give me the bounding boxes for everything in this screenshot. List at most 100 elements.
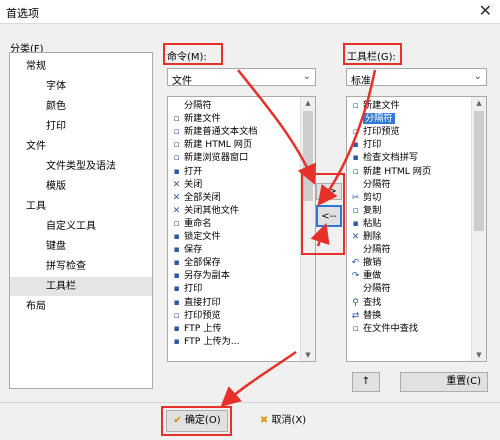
toolbar-list[interactable]: ▲ ▼ ▫ 新建文件 分隔符 ▫ 打印预览 ▪ 打印 ▪ 检查文档拼写 ▫ 新建 HTML 网页 分隔… [346,96,487,362]
item-icon: ▫ [173,153,180,164]
toolbar-scrollbar[interactable]: ▲ ▼ [471,97,486,361]
list-item-label: 全部保存 [184,257,221,269]
reset-button[interactable]: 重置(C) [400,372,488,392]
list-item[interactable]: 分隔符 [347,243,472,256]
item-icon: ▪ [352,153,359,164]
list-item[interactable]: ⚲ 查找 [347,296,472,309]
scroll-thumb[interactable] [474,111,484,231]
list-item[interactable]: ▫ 新建普通文本文档 [168,125,301,138]
list-item[interactable]: ▪ FTP 上传 [168,322,301,335]
list-item-label: 直接打印 [184,296,221,308]
category-item[interactable]: 拼写检查 [10,257,152,276]
list-item[interactable]: ▫ 新建文件 [347,99,472,112]
list-item[interactable]: ✕ 删除 [347,230,472,243]
list-item[interactable]: ▪ FTP 上传为... [168,335,301,348]
category-item-label: 布局 [26,301,46,312]
list-item[interactable]: ▪ 打印 [168,282,301,295]
category-item[interactable]: 颜色 [10,97,152,116]
list-item-label: 全部关闭 [184,191,221,203]
list-item[interactable]: 分隔符 [168,99,301,112]
category-item-label: 工具 [26,201,46,212]
toolbar-combo[interactable]: 标准 ⌄ [346,68,487,87]
category-item[interactable]: 键盘 [10,237,152,256]
category-item[interactable]: 布局 [10,297,152,316]
close-icon[interactable]: ✕ [479,2,492,20]
window-title: 首选项 [6,7,39,20]
category-item[interactable]: 常规 [10,57,152,76]
item-icon: ▪ [173,297,180,308]
list-item[interactable]: 分隔符 [347,282,472,295]
list-item[interactable]: ▫ 新建文件 [168,112,301,125]
category-item[interactable]: 文件 [10,137,152,156]
list-item-label: 重做 [363,270,382,282]
commands-combo[interactable]: 文件 ⌄ [167,68,316,87]
list-item[interactable]: ⇄ 替换 [347,309,472,322]
list-item[interactable]: ▫ 打印预览 [168,309,301,322]
list-item-label: 新建文件 [363,100,400,111]
category-item[interactable]: 工具 [10,197,152,216]
category-item-label: 自定义工具 [46,221,96,232]
move-up-button[interactable]: ↑ [352,372,380,392]
category-tree[interactable]: 常规 字体颜色打印文件 文件类型及语法 模版工具 自定义工具键盘 拼写检查工具栏 布局 [9,52,153,389]
list-item-label: 锁定文件 [184,231,221,242]
list-item-label: 打印预览 [363,126,400,138]
list-item-label: 打印 [363,139,382,151]
list-item[interactable]: ▪ 另存为副本 [168,269,301,282]
scroll-up-icon[interactable]: ▲ [472,97,486,109]
list-item-label: 剪切 [363,191,382,203]
list-item[interactable]: 分隔符 [347,112,472,125]
list-item[interactable]: ▪ 锁定文件 [168,230,301,243]
category-item[interactable]: 模版 [10,177,152,196]
category-item[interactable]: 文件类型及语法 [10,157,152,176]
item-icon: ▫ [173,127,180,138]
list-item-label: 分隔符 [363,113,395,125]
list-item[interactable]: ↶ 撤销 [347,256,472,269]
list-item[interactable]: ▫ 复制 [347,204,472,217]
list-item[interactable]: ✕ 关闭其他文件 [168,204,301,217]
list-item[interactable]: ✕ 关闭 [168,178,301,191]
remove-button[interactable]: <-- [316,205,342,227]
list-item[interactable]: ▫ 新建浏览器窗口 [168,151,301,164]
scroll-down-icon[interactable]: ▼ [472,349,486,361]
item-icon: ✕ [351,232,360,242]
commands-list[interactable]: ▲ ▼ 分隔符 ▫ 新建文件 ▫ 新建普通文本文档 ▫ 新建 HTML 网页 ▫ 新建浏览器窗口… [167,96,316,362]
cancel-button[interactable]: ✖ 取消(X) [250,410,316,432]
item-icon: ↷ [351,271,360,282]
commands-label: 命令(M): [167,52,207,63]
category-item[interactable]: 打印 [10,117,152,136]
item-icon: ▫ [352,166,359,177]
list-item-label: 打印预览 [184,309,221,321]
ok-button[interactable]: ✔ 确定(O) [166,410,228,432]
item-icon: ▫ [173,218,180,229]
list-item[interactable]: ✂ 剪切 [347,191,472,204]
category-item-label: 打印 [46,121,66,132]
category-item-label: 工具栏 [46,281,76,292]
category-item[interactable]: 字体 [10,77,152,96]
category-item-label: 颜色 [46,101,66,112]
list-item[interactable]: ▪ 直接打印 [168,296,301,309]
list-item[interactable]: ▪ 保存 [168,243,301,256]
category-item[interactable]: 自定义工具 [10,217,152,236]
scroll-down-icon[interactable]: ▼ [301,349,315,361]
cancel-icon: ✖ [259,415,269,426]
list-item[interactable]: ▫ 新建 HTML 网页 [347,165,472,178]
list-item-label: 粘贴 [363,217,382,229]
list-item[interactable]: ▪ 检查文档拼写 [347,151,472,164]
list-item[interactable]: ▪ 粘贴 [347,217,472,230]
category-item[interactable]: 工具栏 [10,277,152,296]
list-item-label: 保存 [184,244,203,256]
list-item[interactable]: ▫ 新建 HTML 网页 [168,138,301,151]
list-item[interactable]: ▪ 打开 [168,165,301,178]
list-item[interactable]: 分隔符 [347,178,472,191]
item-icon: ▪ [173,284,180,295]
list-item[interactable]: ▫ 打印预览 [347,125,472,138]
list-item[interactable]: ▫ 在文件中查找 [347,322,472,335]
list-item[interactable]: ▪ 打印 [347,138,472,151]
list-item[interactable]: ▫ 重命名 [168,217,301,230]
list-item[interactable]: ↷ 重做 [347,269,472,282]
add-button[interactable]: --> [316,183,342,200]
scroll-up-icon[interactable]: ▲ [301,97,315,109]
list-item[interactable]: ✕ 全部关闭 [168,191,301,204]
list-item[interactable]: ▪ 全部保存 [168,256,301,269]
item-icon: ▪ [173,166,180,177]
